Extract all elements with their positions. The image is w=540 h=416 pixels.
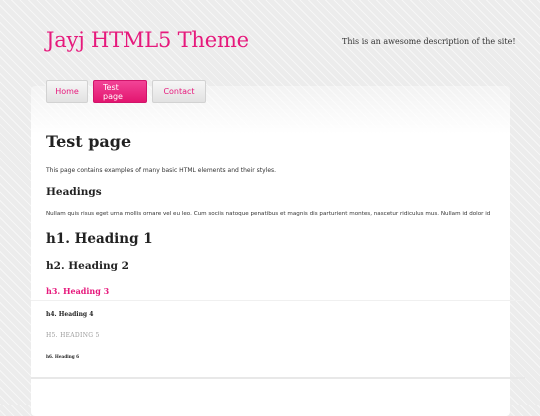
divider bbox=[31, 377, 525, 379]
section-heading-headings: Headings bbox=[46, 186, 102, 198]
lorem-paragraph: Nullam quis risus eget urna mollis ornar… bbox=[46, 211, 491, 217]
heading-3-example: h3. Heading 3 bbox=[46, 286, 110, 296]
intro-paragraph: This page contains examples of many basi… bbox=[46, 167, 277, 174]
main-content: Test page This page contains examples of… bbox=[31, 132, 540, 379]
nav-test-page-button[interactable]: Test page bbox=[93, 80, 147, 103]
page-title: Test page bbox=[46, 132, 132, 151]
heading-6-example: h6. Heading 6 bbox=[46, 354, 80, 359]
divider bbox=[31, 300, 525, 301]
heading-5-example: h5. Heading 5 bbox=[46, 332, 100, 339]
site-description: This is an awesome description of the si… bbox=[342, 37, 516, 46]
nav-contact-button[interactable]: Contact bbox=[152, 80, 206, 103]
heading-2-example: h2. Heading 2 bbox=[46, 260, 129, 272]
main-navigation: Home Test page Contact bbox=[46, 80, 206, 103]
site-title[interactable]: Jayj HTML5 Theme bbox=[46, 28, 249, 52]
heading-1-example: h1. Heading 1 bbox=[46, 231, 153, 247]
nav-home-button[interactable]: Home bbox=[46, 80, 88, 103]
heading-4-example: h4. Heading 4 bbox=[46, 311, 94, 318]
